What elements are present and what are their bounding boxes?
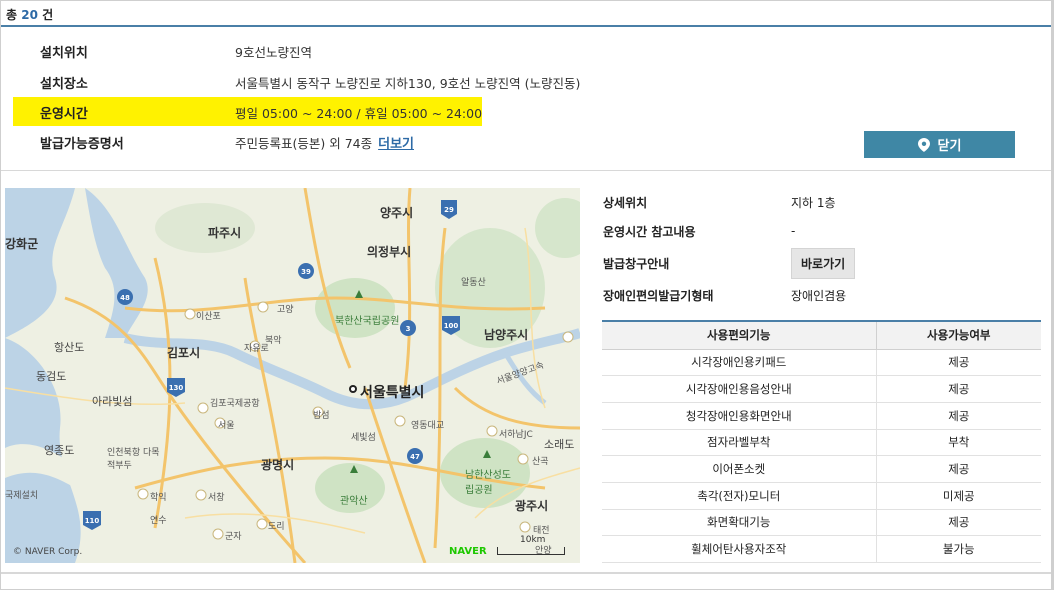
svg-text:39: 39 (301, 268, 311, 276)
map-label: 파주시 (208, 226, 242, 240)
map-label: 이산포 (196, 312, 221, 322)
map-label: 양주시 (380, 206, 414, 220)
info-label: 설치장소 (40, 76, 88, 92)
map-label: 의정부시 (367, 245, 412, 259)
info-label: 설치위치 (40, 45, 88, 61)
goto-button[interactable]: 바로가기 (791, 247, 856, 279)
table-header: 사용편의기능 (602, 320, 877, 350)
info-row-hours: 운영시간 평일 05:00 ~ 24:00 / 휴일 05:00 ~ 24:00 (40, 101, 482, 123)
map-scale: 10km (497, 535, 565, 555)
map-label: 남양주시 (484, 328, 529, 342)
map-label: 서창 (208, 493, 225, 503)
info-row-location: 설치위치 9호선노량진역 (40, 40, 312, 62)
map-label: 아라빛섬 (92, 395, 133, 408)
table-header: 사용가능여부 (876, 320, 1041, 350)
detail-row-type: 장애인편의발급기형태 장애인겸용 (603, 288, 847, 303)
map-label: 알동산 (461, 278, 486, 288)
map-label: 영동대교 (411, 421, 445, 431)
location-pin-icon (917, 137, 930, 152)
table-row: 청각장애인용화면안내 제공 (602, 402, 1041, 430)
map-label: 광주시 (515, 499, 549, 513)
info-label: 운영시간 (40, 106, 88, 122)
map-label: 국제설치 (5, 491, 39, 501)
svg-text:130: 130 (169, 384, 184, 392)
info-value: 평일 05:00 ~ 24:00 / 휴일 05:00 ~ 24:00 (235, 105, 483, 121)
svg-text:100: 100 (444, 322, 459, 330)
svg-text:3: 3 (406, 325, 411, 333)
info-value: 주민등록표(등본) 외 74종 (235, 135, 373, 151)
more-link[interactable]: 더보기 (378, 133, 414, 152)
info-row-certificates: 발급가능증명서 주민등록표(등본) 외 74종 더보기 (40, 131, 414, 153)
bottom-divider (1, 572, 1051, 574)
map-label: 북한산국립공원 (335, 316, 400, 327)
map-view[interactable]: 29 48 39 3 100 130 47 110 양주시 파주시 의정부시 강… (5, 188, 580, 563)
svg-text:47: 47 (410, 453, 420, 461)
map-label: 김포시 (167, 346, 201, 360)
map-label: 소래도 (544, 438, 575, 451)
detail-row-window: 발급창구안내 바로가기 (603, 247, 856, 279)
table-row: 시각장애인용음성안내 제공 (602, 375, 1041, 403)
table-row: 촉각(전자)모니터 미제공 (602, 482, 1041, 510)
info-row-place: 설치장소 서울특별시 동작구 노량진로 지하130, 9호선 노량진역 (노량진… (40, 71, 580, 93)
map-label: 항산도 (54, 341, 85, 354)
result-count: 총 20 건 (6, 8, 54, 22)
map-label: 연수 (150, 516, 167, 526)
map-label: 서하남JC (499, 430, 533, 440)
map-label: 남한산성도립공원 (465, 470, 511, 496)
map-label: 김포국제공항 (210, 399, 260, 409)
close-button[interactable]: 닫기 (864, 131, 1015, 158)
svg-text:110: 110 (85, 517, 100, 525)
detail-row-hours-note: 운영시간 참고내용 - (603, 224, 796, 239)
map-label: 산곡 (532, 457, 549, 467)
header-divider (1, 25, 1051, 27)
detail-row-location: 상세위치 지하 1층 (603, 195, 836, 210)
table-row: 휠체어탄사용자조작 불가능 (602, 535, 1041, 563)
svg-text:29: 29 (444, 206, 454, 214)
info-value: 9호선노량진역 (235, 44, 312, 60)
map-label: 동검도 (36, 370, 67, 383)
map-label: 인천북항 다목적부두 (107, 448, 160, 471)
map-label: 북악 (265, 336, 282, 346)
naver-logo: NAVER (449, 546, 487, 557)
info-label: 발급가능증명서 (40, 136, 124, 152)
map-label: 광명시 (261, 458, 295, 472)
map-label: 관악산 (340, 496, 368, 507)
accessibility-table: 사용편의기능 사용가능여부 시각장애인용키패드 제공 시각장애인용음성안내 제공 청… (602, 320, 1041, 563)
close-button-label: 닫기 (937, 139, 962, 154)
section-divider (1, 170, 1051, 171)
map-label: 도리 (268, 522, 285, 532)
map-copyright: © NAVER Corp. (13, 547, 83, 557)
info-value: 서울특별시 동작구 노량진로 지하130, 9호선 노량진역 (노량진동) (235, 75, 581, 91)
table-row: 이어폰소켓 제공 (602, 455, 1041, 483)
map-label: 세빛섬 (351, 433, 376, 443)
table-row: 점자라벨부착 부착 (602, 429, 1041, 457)
map-label-seoul: 서울특별시 (360, 385, 425, 401)
svg-text:48: 48 (120, 294, 130, 302)
table-row: 화면확대기능 제공 (602, 509, 1041, 537)
map-label: 학익 (150, 493, 167, 503)
map-label: 고양 (277, 305, 294, 315)
map-label: 강화군 (5, 237, 39, 251)
map-label: 서울 (218, 421, 235, 431)
table-row: 시각장애인용키패드 제공 (602, 349, 1041, 377)
map-label: 밤섬 (313, 411, 330, 421)
map-label: 군자 (225, 532, 242, 542)
map-label: 영종도 (44, 444, 75, 457)
